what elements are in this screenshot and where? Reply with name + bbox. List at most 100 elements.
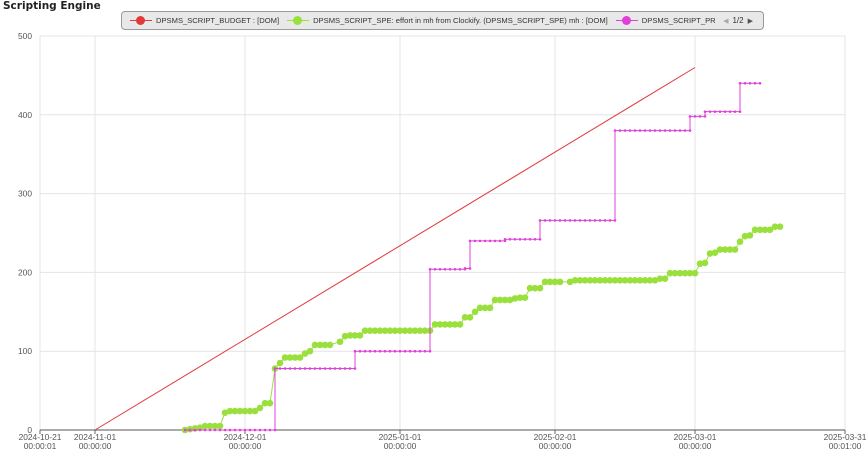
progress-data-point bbox=[583, 219, 587, 222]
effort-data-point bbox=[746, 232, 754, 239]
progress-data-point bbox=[313, 367, 317, 370]
progress-data-point bbox=[518, 238, 522, 241]
progress-data-point bbox=[373, 349, 377, 353]
progress-data-point bbox=[273, 367, 277, 370]
progress-data-point bbox=[263, 428, 267, 432]
progress-data-point bbox=[268, 428, 272, 432]
effort-data-point bbox=[536, 284, 544, 292]
effort-data-point bbox=[731, 246, 739, 253]
progress-data-point bbox=[703, 110, 707, 113]
progress-data-point bbox=[468, 267, 472, 270]
y-tick-label: 500 bbox=[18, 31, 32, 41]
progress-data-point bbox=[688, 115, 692, 118]
progress-data-point bbox=[593, 219, 597, 222]
progress-data-point bbox=[403, 349, 407, 353]
progress-data-point bbox=[283, 367, 287, 370]
y-tick-label: 100 bbox=[18, 346, 32, 356]
progress-data-point bbox=[713, 110, 717, 113]
progress-data-point bbox=[718, 110, 722, 113]
progress-data-point bbox=[743, 81, 747, 85]
progress-data-point bbox=[653, 129, 657, 132]
x-tick-time-label: 00:00:00 bbox=[539, 441, 572, 451]
progress-data-point bbox=[208, 428, 212, 432]
progress-data-point bbox=[453, 267, 457, 271]
progress-data-point bbox=[368, 349, 372, 353]
progress-data-point bbox=[603, 219, 607, 222]
progress-data-point bbox=[253, 428, 257, 432]
progress-data-point bbox=[183, 428, 187, 432]
progress-data-point bbox=[468, 239, 472, 243]
progress-data-point bbox=[203, 428, 207, 432]
progress-data-point bbox=[418, 349, 422, 353]
effort-data-point bbox=[216, 422, 224, 430]
progress-data-point bbox=[423, 349, 427, 353]
progress-data-point bbox=[503, 238, 507, 241]
progress-data-point bbox=[738, 81, 742, 85]
progress-data-point bbox=[388, 349, 392, 353]
progress-data-point bbox=[413, 349, 417, 353]
effort-data-point bbox=[276, 359, 284, 367]
progress-data-point bbox=[238, 428, 242, 432]
progress-data-point bbox=[288, 367, 292, 370]
progress-data-point bbox=[753, 81, 757, 85]
progress-data-point bbox=[648, 129, 652, 132]
effort-data-point bbox=[776, 223, 784, 230]
progress-data-point bbox=[568, 219, 572, 222]
effort-data-point bbox=[456, 321, 464, 328]
progress-data-point bbox=[498, 239, 502, 243]
effort-data-point bbox=[326, 341, 334, 349]
progress-data-point bbox=[563, 219, 567, 222]
progress-data-point bbox=[543, 219, 547, 222]
progress-data-point bbox=[338, 367, 342, 370]
progress-data-point bbox=[578, 219, 582, 222]
progress-data-point bbox=[458, 267, 462, 271]
progress-data-point bbox=[608, 219, 612, 222]
progress-data-point bbox=[513, 238, 517, 241]
progress-data-point bbox=[478, 239, 482, 243]
effort-data-point bbox=[256, 404, 264, 412]
progress-data-point bbox=[258, 428, 262, 432]
progress-data-point bbox=[598, 219, 602, 222]
progress-data-point bbox=[378, 349, 382, 353]
effort-data-point bbox=[356, 332, 364, 339]
progress-data-point bbox=[683, 129, 687, 132]
progress-data-point bbox=[628, 129, 632, 132]
progress-data-point bbox=[558, 219, 562, 222]
progress-data-point bbox=[693, 115, 697, 118]
progress-data-point bbox=[348, 367, 352, 370]
progress-data-point bbox=[573, 219, 577, 222]
progress-data-point bbox=[398, 349, 402, 353]
progress-data-point bbox=[538, 219, 542, 222]
progress-data-point bbox=[188, 428, 192, 432]
progress-data-point bbox=[533, 238, 537, 241]
progress-data-point bbox=[493, 239, 497, 243]
progress-data-point bbox=[298, 367, 302, 370]
x-tick-time-label: 00:00:00 bbox=[384, 441, 417, 451]
progress-data-point bbox=[723, 110, 727, 113]
progress-data-point bbox=[308, 367, 312, 370]
progress-data-point bbox=[488, 239, 492, 243]
progress-data-point bbox=[618, 129, 622, 132]
progress-data-point bbox=[508, 238, 512, 241]
x-tick-time-label: 00:00:01 bbox=[24, 441, 57, 451]
progress-data-point bbox=[523, 238, 527, 241]
progress-data-point bbox=[363, 349, 367, 353]
progress-data-point bbox=[223, 428, 227, 432]
progress-data-point bbox=[408, 349, 412, 353]
progress-data-point bbox=[218, 428, 222, 432]
progress-data-point bbox=[318, 367, 322, 370]
effort-data-point bbox=[336, 338, 344, 346]
progress-data-point bbox=[688, 129, 692, 132]
progress-data-point bbox=[433, 267, 437, 271]
effort-data-point bbox=[736, 238, 744, 245]
progress-data-point bbox=[358, 349, 362, 353]
progress-data-point bbox=[198, 428, 202, 432]
progress-data-point bbox=[353, 367, 357, 370]
x-tick-time-label: 00:00:00 bbox=[679, 441, 712, 451]
progress-data-point bbox=[213, 428, 217, 432]
progress-data-point bbox=[748, 81, 752, 85]
progress-data-point bbox=[473, 239, 477, 243]
progress-data-point bbox=[428, 349, 432, 353]
progress-data-point bbox=[588, 219, 592, 222]
effort-data-point bbox=[486, 304, 494, 312]
